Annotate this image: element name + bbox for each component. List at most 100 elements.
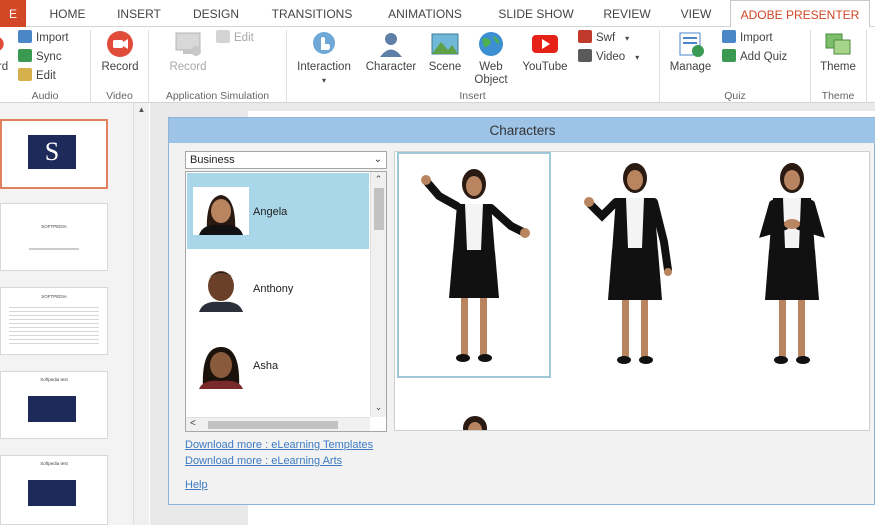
thumbnail-scrollbar[interactable]: ▲ [133,103,149,525]
appsim-record-button[interactable]: Record [158,30,218,74]
video-camera-icon [107,31,133,57]
dropdown-caret-icon: ▾ [635,53,640,62]
import-icon [18,30,32,43]
ribbon-tab-bar: E HOME INSERT DESIGN TRANSITIONS ANIMATI… [0,0,875,28]
character-label: Character [365,61,417,73]
quiz-import-label: Import [740,32,773,44]
tab-design[interactable]: DESIGN [185,0,247,27]
audio-group-label: Audio [31,90,59,102]
interaction-icon [313,32,335,54]
video-group-label: Video [106,90,133,102]
help-link[interactable]: Help [185,479,208,491]
add-quiz-label: Add Quiz [740,51,788,63]
appsim-edit-button[interactable]: Edit [216,29,254,47]
tab-transitions[interactable]: TRANSITIONS [262,0,362,27]
slide-thumbnail-pane: S SOFTPEDIA SOFTPEDIA Softpedia test Sof… [0,103,135,525]
interaction-label: Interaction [297,61,351,73]
tab-animations[interactable]: ANIMATIONS [376,0,474,27]
scene-label: Scene [428,61,462,73]
web-object-button[interactable]: Web Object [470,30,512,87]
add-quiz-button[interactable]: Add Quiz [722,48,787,66]
separator [148,30,149,102]
slide-title: SOFTPEDIA [41,224,67,229]
theme-button[interactable]: Theme [812,30,864,74]
swf-button[interactable]: Swf ▾ [578,29,629,47]
edit-icon [18,68,32,81]
scroll-up-arrow-icon[interactable]: ⌃ [371,174,386,185]
scroll-left-arrow-icon[interactable]: < [190,418,196,429]
scroll-down-arrow-icon[interactable]: ⌄ [371,402,386,413]
slide-title: Softpedia test [40,377,68,382]
tab-view[interactable]: VIEW [672,0,720,27]
insert-group-label: Insert [459,90,486,102]
characters-dialog: Characters Business ⌄ Angela Anthony Ash… [168,117,875,505]
list-item[interactable]: Angela [187,173,369,249]
category-select[interactable]: Business ⌄ [185,151,387,169]
tab-insert[interactable]: INSERT [108,0,170,27]
list-vertical-scrollbar[interactable]: ⌃ ⌄ [370,172,386,417]
download-templates-link[interactable]: Download more : eLearning Templates [185,439,373,451]
sync-icon [18,49,32,62]
interaction-button[interactable]: Interaction ▾ [290,30,358,87]
character-thumbnail [193,264,249,312]
record-icon [0,37,4,51]
swf-icon [578,30,592,43]
slide-title: SOFTPEDIA [41,294,67,299]
list-horizontal-scrollbar[interactable]: < [186,417,370,431]
quiz-manage-button[interactable]: Manage [663,30,718,74]
tab-adobe-presenter[interactable]: ADOBE PRESENTER [730,0,870,28]
appsim-record-label: Record [169,61,207,73]
object-label: Object [474,74,508,86]
audio-sync-button[interactable]: Sync [18,48,62,66]
list-item[interactable]: Anthony [187,250,369,326]
character-pose-image [584,163,672,364]
character-thumbnail [193,341,249,389]
ribbon: rd Import Sync Edit Audio Record Video R… [0,27,875,103]
chevron-down-icon: ⌄ [373,154,382,165]
screen-record-icon [175,32,201,56]
insert-video-button[interactable]: Video ▾ [578,48,639,66]
audio-record-button[interactable]: rd [0,30,14,74]
swf-label: Swf [596,32,616,44]
scrollbar-thumb[interactable] [208,421,338,429]
audio-edit-label: Edit [36,70,56,82]
scrollbar-thumb[interactable] [374,188,384,230]
youtube-button[interactable]: YouTube [514,30,576,74]
insert-video-label: Video [596,51,626,63]
slide-thumbnail-3[interactable]: SOFTPEDIA [0,287,108,355]
audio-import-button[interactable]: Import [18,29,69,47]
pose-thumbnail[interactable] [560,152,710,378]
pose-thumbnail-partial[interactable] [455,414,495,430]
separator [286,30,287,102]
character-button[interactable]: Character [360,30,422,74]
tab-slide-show[interactable]: SLIDE SHOW [490,0,582,27]
list-item[interactable]: Asha [187,327,369,403]
character-name: Angela [253,206,288,218]
scroll-up-arrow-icon[interactable]: ▲ [134,105,149,114]
audio-edit-button[interactable]: Edit [18,67,56,85]
slide-thumbnail-1[interactable]: S [0,119,108,189]
slide-thumbnail-2[interactable]: SOFTPEDIA [0,203,108,271]
dialog-title: Characters [169,118,875,143]
globe-icon [479,32,503,56]
add-icon [722,49,736,62]
import-icon [722,30,736,43]
appsim-group-label: Application Simulation [165,90,270,102]
quiz-import-button[interactable]: Import [722,29,773,47]
tab-review[interactable]: REVIEW [597,0,657,27]
video-record-label: Record [101,61,139,73]
tab-file[interactable]: E [0,0,26,27]
tab-home[interactable]: HOME [40,0,95,27]
slide-logo: S [28,135,76,169]
slide-title: Softpedia test [40,461,68,466]
video-record-button[interactable]: Record [95,30,145,74]
download-arts-link[interactable]: Download more : eLearning Arts [185,455,342,467]
slide-thumbnail-4[interactable]: Softpedia test [0,371,108,439]
edit-icon [216,30,230,43]
scene-button[interactable]: Scene [424,30,466,74]
pose-thumbnail[interactable] [397,152,551,378]
pose-preview-area [394,151,870,431]
pose-thumbnail[interactable] [717,152,867,378]
slide-thumbnail-5[interactable]: Softpedia test [0,455,108,525]
scene-icon [431,33,459,55]
